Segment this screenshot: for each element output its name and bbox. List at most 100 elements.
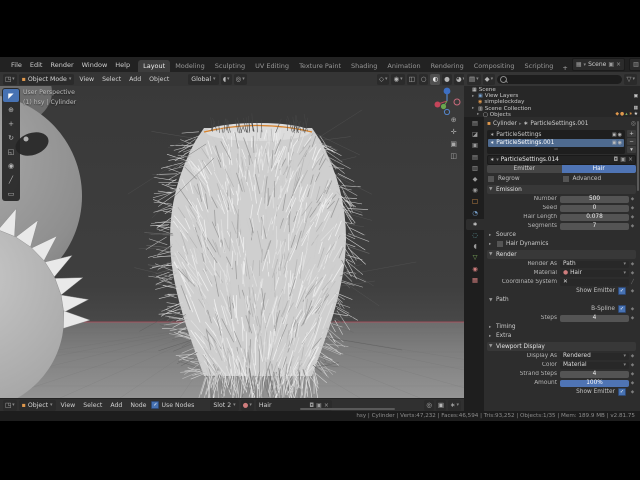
segments-field[interactable]: 7	[560, 223, 629, 230]
emitter-toggle-button[interactable]: Emitter	[487, 165, 562, 173]
zoom-button[interactable]: ⊕	[450, 116, 457, 124]
particle-specials-button[interactable]: ▾	[627, 146, 636, 153]
menu-node[interactable]: Node	[127, 402, 149, 409]
scale-tool[interactable]: ◱	[3, 145, 19, 158]
gizmos-toggle[interactable]: ◇▾	[377, 74, 390, 85]
tab-scene[interactable]: ◆	[466, 174, 484, 185]
render-photo-icon[interactable]: ▣	[633, 94, 638, 99]
hair-dynamics-panel-header[interactable]: ▸ Hair Dynamics	[487, 240, 636, 248]
unlink-scene-icon[interactable]: ×	[616, 61, 621, 68]
transform-orientation-dropdown[interactable]: Global▾	[188, 74, 218, 85]
remove-particle-system-button[interactable]: −	[627, 138, 636, 145]
render-panel-header[interactable]: ▼Render	[487, 250, 636, 259]
hair-toggle-button[interactable]: Hair	[562, 165, 637, 173]
menu-window[interactable]: Window	[78, 60, 112, 70]
menu-help[interactable]: Help	[111, 60, 134, 70]
scene-selector[interactable]: ▦▾ Scene ▣ ×	[572, 58, 625, 71]
pin-button[interactable]: ◎	[424, 400, 434, 411]
menu-select[interactable]: Select	[80, 402, 105, 409]
bspline-checkbox[interactable]	[618, 305, 626, 313]
snapshot-button[interactable]: ▣	[436, 400, 446, 411]
outliner-filter-button[interactable]: ▽▾	[624, 74, 637, 85]
tab-render[interactable]: ▣	[466, 140, 484, 151]
timing-panel-header[interactable]: ▸Timing	[487, 323, 636, 331]
tab-object[interactable]: □	[466, 196, 484, 207]
add-particle-system-button[interactable]: +	[627, 130, 636, 137]
xray-toggle[interactable]: ◫	[407, 74, 417, 85]
tab-view-layer[interactable]: ▥	[466, 163, 484, 174]
editor-type-button[interactable]: ◳▾	[3, 74, 17, 85]
tab-sculpting[interactable]: Sculpting	[210, 60, 250, 72]
outliner-display-mode[interactable]: ◆▾	[483, 74, 496, 85]
eyedropper-icon[interactable]: ╱	[629, 280, 636, 285]
tab-texture[interactable]: ▦	[466, 275, 484, 286]
camera-view-button[interactable]: ▣	[450, 140, 457, 148]
tab-physics[interactable]: ◌	[466, 230, 484, 241]
display-as-dropdown[interactable]: Rendered▾	[560, 353, 629, 360]
new-scene-icon[interactable]: ▣	[608, 61, 614, 68]
copy-icon[interactable]: ▣	[620, 156, 626, 163]
menu-select[interactable]: Select	[99, 76, 124, 83]
menu-edit[interactable]: Edit	[26, 60, 47, 70]
hair-length-field[interactable]: 0.078	[560, 214, 629, 221]
tab-output[interactable]: ▤	[466, 152, 484, 163]
show-emitter-checkbox[interactable]	[618, 388, 626, 396]
strand-steps-field[interactable]: 4	[560, 371, 629, 378]
outliner-editor-type-button[interactable]: ▤▾	[467, 74, 481, 85]
select-tool[interactable]: ◤	[3, 89, 19, 102]
menu-add[interactable]: Add	[126, 76, 144, 83]
tab-texture-paint[interactable]: Texture Paint	[294, 60, 346, 72]
move-tool[interactable]: +	[3, 117, 19, 130]
navigation-gizmo[interactable]	[433, 87, 461, 119]
render-as-dropdown[interactable]: Path▾	[560, 261, 629, 268]
number-field[interactable]: 500	[560, 196, 629, 203]
shading-solid-button[interactable]: ◐	[430, 74, 440, 85]
tab-object-data[interactable]: ▽	[466, 252, 484, 263]
camera-toggle-icon[interactable]: ◉	[618, 132, 622, 138]
add-workspace-button[interactable]: +	[558, 64, 571, 72]
tab-scripting[interactable]: Scripting	[520, 60, 559, 72]
tab-layout[interactable]: Layout	[138, 60, 170, 72]
tab-uv-editing[interactable]: UV Editing	[250, 60, 294, 72]
render-toggle-icon[interactable]: ▣	[612, 132, 617, 138]
hair-dynamics-checkbox[interactable]	[496, 240, 504, 248]
path-panel-header[interactable]: ▼Path	[487, 296, 636, 304]
material-slot-dropdown[interactable]: Slot 2▾	[210, 400, 238, 411]
emission-panel-header[interactable]: ▼Emission	[487, 185, 636, 194]
tab-modeling[interactable]: Modeling	[170, 60, 210, 72]
material-dropdown[interactable]: ● Hair▾	[560, 270, 629, 277]
shader-editor-scrollbar[interactable]	[300, 408, 395, 410]
properties-scrollbar[interactable]	[637, 121, 639, 191]
proportional-edit-toggle[interactable]: ◎▾	[234, 74, 247, 85]
snap-toggle[interactable]: ◖▾	[221, 74, 232, 85]
extra-panel-header[interactable]: ▸Extra	[487, 332, 636, 340]
breadcrumb-data[interactable]: ParticleSettings.001	[530, 121, 588, 127]
color-dropdown[interactable]: Material▾	[560, 362, 629, 369]
shader-editor-type-button[interactable]: ◳▾	[3, 400, 17, 411]
menu-view[interactable]: View	[76, 76, 97, 83]
menu-file[interactable]: File	[7, 60, 26, 70]
source-panel-header[interactable]: ▸Source	[487, 231, 636, 239]
tab-particles[interactable]: ∗	[466, 219, 484, 230]
particle-system-item-selected[interactable]: ∗ ParticleSettings.001 ▣◉	[488, 139, 624, 147]
outliner-search-input[interactable]	[497, 75, 622, 84]
particle-system-item[interactable]: ∗ ParticleSettings ▣◉	[488, 131, 624, 139]
mode-selector[interactable]: ▪ Object Mode ▾	[19, 74, 75, 85]
pin-icon[interactable]: ◎	[631, 121, 636, 127]
amount-slider[interactable]: 100%	[560, 380, 629, 387]
view-layer-selector[interactable]: ▥▾ View Layer ▣ ×	[629, 58, 640, 71]
tab-tool[interactable]: ◪	[466, 129, 484, 140]
measure-tool[interactable]: ▭	[3, 187, 19, 200]
camera-toggle-icon[interactable]: ◉	[618, 140, 622, 146]
filter-icon[interactable]: ▦	[633, 106, 638, 111]
tab-modifiers[interactable]: ◔	[466, 208, 484, 219]
viewport-display-panel-header[interactable]: ▼Viewport Display	[487, 342, 636, 351]
tab-rendering[interactable]: Rendering	[426, 60, 469, 72]
regrow-checkbox[interactable]	[487, 175, 495, 183]
tab-world[interactable]: ◉	[466, 185, 484, 196]
use-nodes-checkbox[interactable]	[151, 401, 159, 409]
particle-settings-id-field[interactable]: ∗▾ ParticleSettings.014 ◘ ▣ ×	[487, 155, 636, 165]
seed-field[interactable]: 0	[560, 205, 629, 212]
list-resize-handle[interactable]: ━	[488, 147, 624, 153]
cursor-tool[interactable]: ⊕	[3, 103, 19, 116]
